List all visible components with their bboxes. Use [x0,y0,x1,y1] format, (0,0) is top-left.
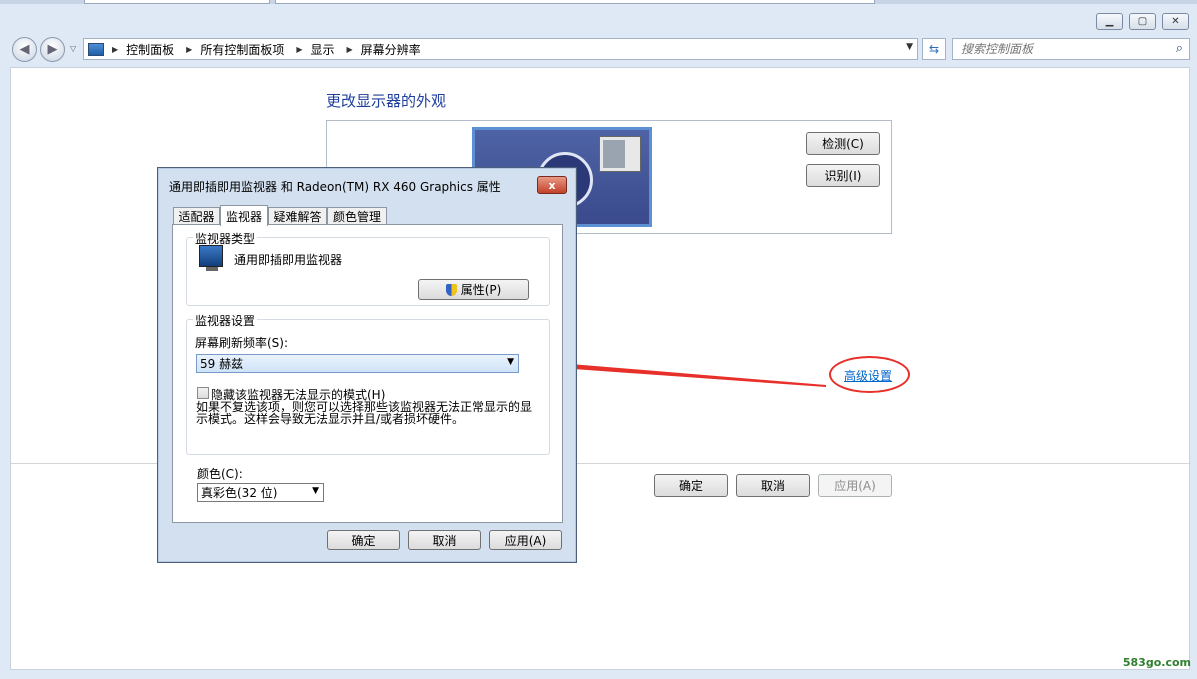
search-icon[interactable]: ⌕ [1176,41,1183,56]
refresh-icon: ⇆ [928,42,940,56]
hide-modes-checkbox[interactable] [197,387,209,399]
apply-button[interactable]: 应用(A) [818,474,892,497]
page-title: 更改显示器的外观 [326,92,447,110]
taskbar-strip [0,0,1197,4]
dialog-cancel-button[interactable]: 取消 [408,530,481,550]
back-arrow-icon: ◀ [19,42,30,57]
color-depth-select[interactable]: 真彩色(32 位) ▼ [197,483,324,502]
monitor-type-group: 监视器类型 通用即插即用监视器 属性(P) [186,230,550,306]
ok-button[interactable]: 确定 [654,474,728,497]
back-button[interactable]: ◀ [12,37,37,62]
hide-modes-description: 如果不复选该项，则您可以选择那些该监视器无法正常显示的显示模式。这样会导致无法显… [196,400,533,426]
tab-color-management[interactable]: 颜色管理 [327,207,387,225]
properties-button[interactable]: 属性(P) [418,279,529,300]
breadcrumb-separator-icon[interactable]: ▶ [347,45,353,54]
breadcrumb-resolution[interactable]: 屏幕分辨率 [361,41,421,58]
monitor-icon [199,245,223,271]
dialog-ok-button[interactable]: 确定 [327,530,400,550]
address-dropdown-icon[interactable]: ▼ [906,42,913,52]
tab-troubleshoot[interactable]: 疑难解答 [268,207,327,225]
close-window-button[interactable]: ✕ [1162,13,1189,30]
window-tab[interactable] [275,0,875,4]
forward-arrow-icon: ▶ [47,42,58,57]
tab-monitor[interactable]: 监视器 [220,205,268,226]
breadcrumb-all-items[interactable]: 所有控制面板项 [200,41,284,58]
search-input[interactable] [961,42,1161,56]
window-preview-icon [599,136,641,172]
monitor-tab-panel: 监视器类型 通用即插即用监视器 属性(P) 监视器设置 屏幕刷新频率(S): 5… [172,224,563,523]
monitor-settings-group: 监视器设置 屏幕刷新频率(S): 59 赫兹 ▼ 隐藏该监视器无法显示的模式(H… [186,312,550,455]
breadcrumb-display[interactable]: 显示 [311,41,335,58]
monitor-settings-legend: 监视器设置 [193,312,258,329]
control-panel-icon [88,42,104,56]
monitor-name: 通用即插即用监视器 [234,253,343,267]
refresh-rate-select[interactable]: 59 赫兹 ▼ [196,354,519,373]
close-icon: x [548,178,556,192]
refresh-rate-label: 屏幕刷新频率(S): [195,336,289,350]
identify-button[interactable]: 识别(I) [806,164,880,187]
cancel-button[interactable]: 取消 [736,474,810,497]
color-depth-value: 真彩色(32 位) [201,486,278,500]
history-dropdown-icon[interactable]: ▽ [70,44,76,53]
minimize-button[interactable]: ▁ [1096,13,1123,30]
breadcrumb-separator-icon[interactable]: ▶ [112,45,118,54]
address-row: ◀ ▶ ▽ ▶ 控制面板 ▶ 所有控制面板项 ▶ 显示 ▶ 屏幕分辨率 ▼ ⇆ … [10,35,1190,63]
dialog-close-button[interactable]: x [537,176,567,194]
monitor-properties-dialog: 通用即插即用监视器 和 Radeon(TM) RX 460 Graphics 属… [157,167,577,563]
breadcrumb-control-panel[interactable]: 控制面板 [126,41,174,58]
breadcrumb-separator-icon[interactable]: ▶ [296,45,302,54]
search-box[interactable]: ⌕ [952,38,1190,60]
forward-button[interactable]: ▶ [40,37,65,62]
dialog-title: 通用即插即用监视器 和 Radeon(TM) RX 460 Graphics 属… [169,180,501,194]
uac-shield-icon [445,283,457,296]
window-tab[interactable] [84,0,270,4]
detect-button[interactable]: 检测(C) [806,132,880,155]
tab-adapter[interactable]: 适配器 [173,207,220,225]
chevron-down-icon: ▼ [312,486,319,496]
properties-label: 属性(P) [460,283,502,297]
refresh-rate-value: 59 赫兹 [200,357,244,371]
watermark: 583go.com [1122,656,1191,669]
address-bar[interactable]: ▶ 控制面板 ▶ 所有控制面板项 ▶ 显示 ▶ 屏幕分辨率 ▼ [83,38,918,60]
maximize-button[interactable]: ▢ [1129,13,1156,30]
color-label: 颜色(C): [197,467,243,481]
refresh-button[interactable]: ⇆ [922,38,946,60]
chevron-down-icon: ▼ [507,357,514,367]
dialog-apply-button[interactable]: 应用(A) [489,530,562,550]
breadcrumb-separator-icon[interactable]: ▶ [186,45,192,54]
